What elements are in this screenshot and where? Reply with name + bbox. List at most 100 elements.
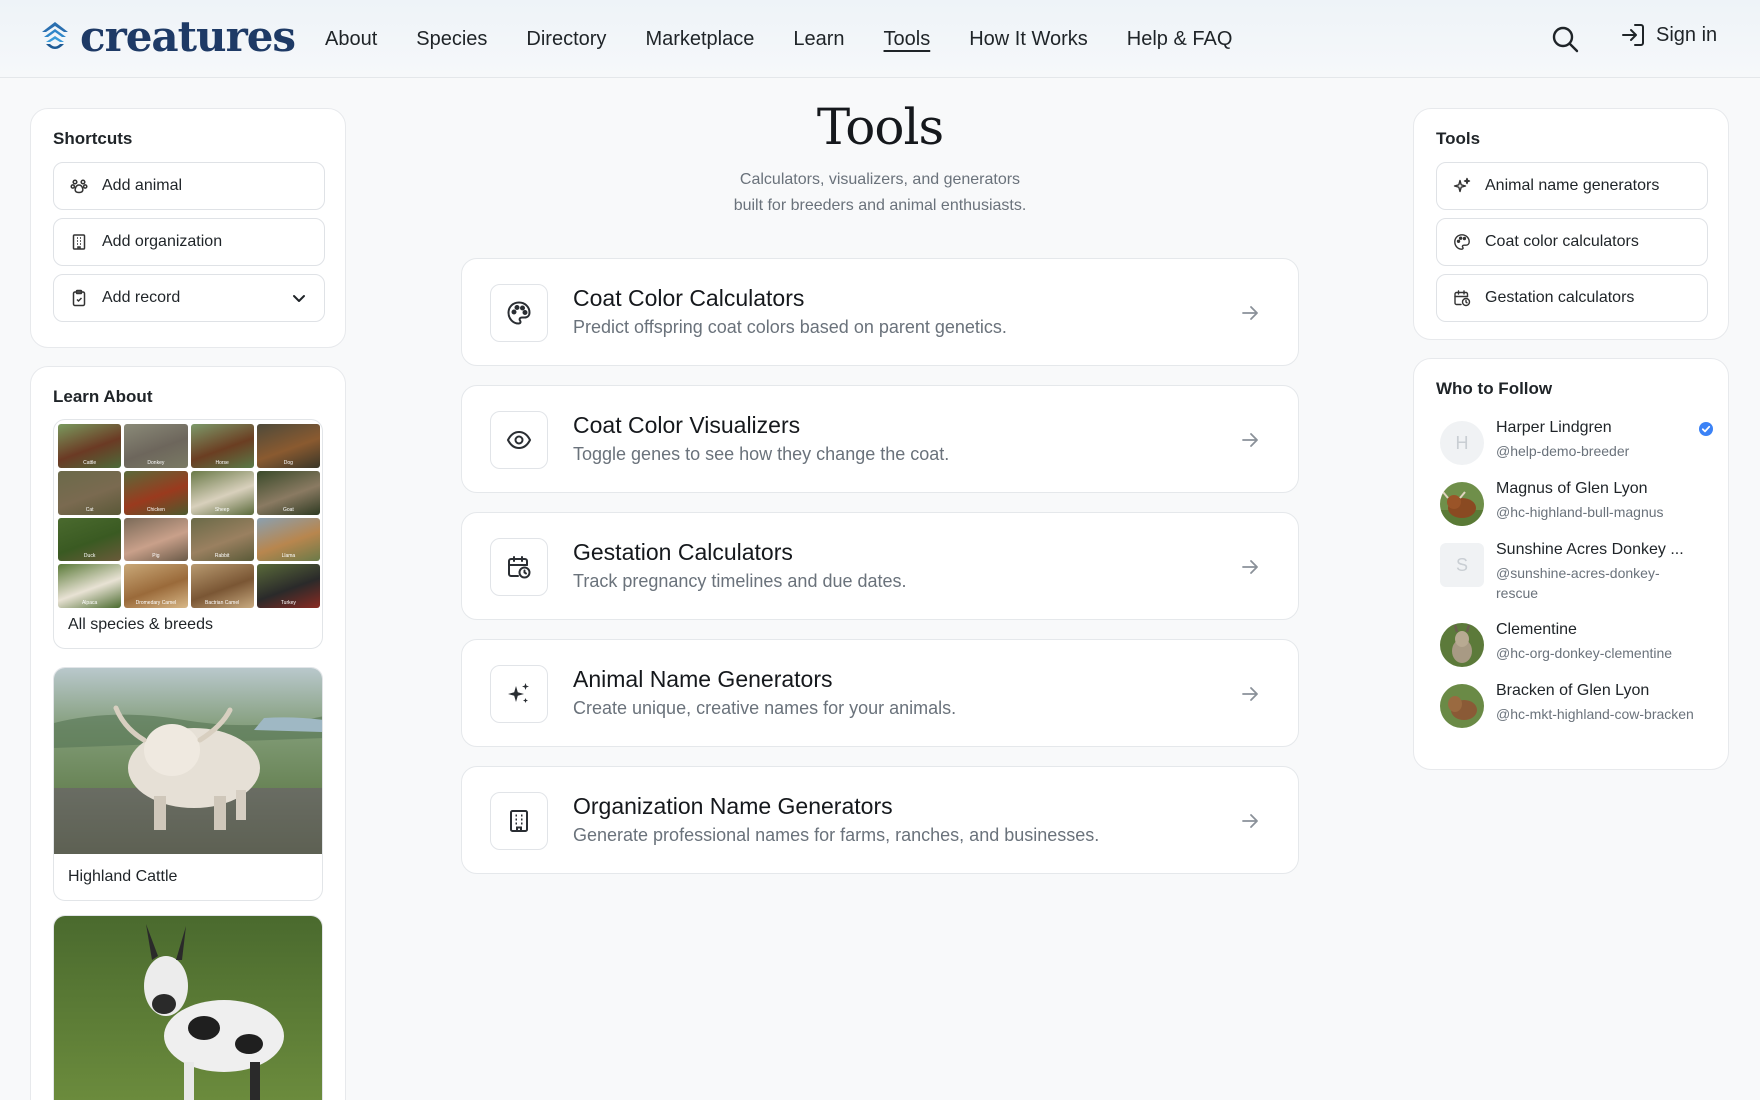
animal-name-generators-label: Animal name generators xyxy=(1485,177,1660,194)
palette-icon xyxy=(490,284,548,342)
gestation-calculators-link[interactable]: Gestation calculators xyxy=(1436,274,1708,322)
nav-species[interactable]: Species xyxy=(416,28,487,51)
who-to-follow-title: Who to Follow xyxy=(1436,379,1553,398)
nav-help-faq[interactable]: Help & FAQ xyxy=(1127,28,1233,51)
follow-item[interactable]: H Harper Lindgren @help-demo-breeder xyxy=(1436,419,1713,469)
arrow-right-icon xyxy=(1242,687,1258,701)
avatar xyxy=(1440,482,1484,526)
species-thumb-goat: Goat xyxy=(256,470,320,515)
species-thumb-chicken: Chicken xyxy=(124,470,188,515)
species-thumb-rabbit: Rabbit xyxy=(190,517,254,562)
tool-card-coat-color-visualizers[interactable]: Coat Color Visualizers Toggle genes to s… xyxy=(461,385,1299,493)
follow-handle: @sunshine-acres-donkey-rescue xyxy=(1496,565,1660,601)
learn-about-title: Learn About xyxy=(53,387,153,406)
nav-about[interactable]: About xyxy=(325,28,377,51)
follow-item[interactable]: Magnus of Glen Lyon @hc-highland-bull-ma… xyxy=(1436,480,1706,530)
arrow-right-icon xyxy=(1242,814,1258,828)
sign-in-button[interactable]: Sign in xyxy=(1620,22,1717,48)
logo-wordmark: creatures xyxy=(80,12,296,61)
avatar xyxy=(1440,684,1484,728)
add-record-dropdown[interactable]: Add record xyxy=(53,274,325,322)
species-thumb-alpaca: Alpaca xyxy=(58,564,122,608)
gestation-calculators-label: Gestation calculators xyxy=(1485,289,1635,306)
follow-item[interactable]: Bracken of Glen Lyon @hc-mkt-highland-co… xyxy=(1436,682,1706,752)
species-thumb-llama: Llama xyxy=(256,517,320,562)
species-thumbnail-grid: Cattle Donkey Horse Dog Cat Chicken Shee… xyxy=(58,424,320,608)
species-thumb-turkey: Turkey xyxy=(256,564,320,608)
animal-name-generators-link[interactable]: Animal name generators xyxy=(1436,162,1708,210)
tool-description: Predict offspring coat colors based on p… xyxy=(573,317,1007,337)
tool-description: Create unique, creative names for your a… xyxy=(573,698,957,718)
search-icon[interactable] xyxy=(1550,24,1580,54)
tool-card-coat-color-calculators[interactable]: Coat Color Calculators Predict offspring… xyxy=(461,258,1299,366)
species-thumb-cat: Cat xyxy=(58,470,122,515)
add-organization-button[interactable]: Add organization xyxy=(53,218,325,266)
follow-item[interactable]: Clementine @hc-org-donkey-clementine xyxy=(1436,621,1706,671)
species-thumb-duck: Duck xyxy=(58,517,122,562)
donkey-card[interactable] xyxy=(53,915,323,1100)
who-to-follow-panel: Who to Follow H Harper Lindgren @help-de… xyxy=(1413,358,1729,770)
highland-cattle-card[interactable]: Highland Cattle xyxy=(53,667,323,901)
tool-card-gestation-calculators[interactable]: Gestation Calculators Track pregnancy ti… xyxy=(461,512,1299,620)
arrow-right-icon xyxy=(1242,433,1258,447)
species-thumb-dog: Dog xyxy=(256,424,320,468)
tool-description: Track pregnancy timelines and due dates. xyxy=(573,571,907,591)
nav-learn[interactable]: Learn xyxy=(793,28,844,51)
eye-icon xyxy=(490,411,548,469)
donkey-image xyxy=(54,916,322,1100)
verified-badge-icon xyxy=(1699,422,1713,436)
add-record-label: Add record xyxy=(102,289,181,306)
nav-how-it-works[interactable]: How It Works xyxy=(969,28,1088,51)
follow-name: Bracken of Glen Lyon xyxy=(1496,682,1650,699)
tool-card-organization-name-generators[interactable]: Organization Name Generators Generate pr… xyxy=(461,766,1299,874)
tools-panel-title: Tools xyxy=(1436,129,1481,148)
all-species-card[interactable]: Cattle Donkey Horse Dog Cat Chicken Shee… xyxy=(53,419,323,649)
coat-color-calculators-link[interactable]: Coat color calculators xyxy=(1436,218,1708,266)
main-nav: About Species Directory Marketplace Lear… xyxy=(325,0,1271,78)
building-icon xyxy=(70,233,88,251)
follow-handle: @hc-org-donkey-clementine xyxy=(1496,645,1673,661)
tool-title: Coat Color Visualizers xyxy=(573,412,801,438)
sign-in-label: Sign in xyxy=(1656,23,1718,46)
nav-marketplace[interactable]: Marketplace xyxy=(645,28,754,51)
tool-title: Coat Color Calculators xyxy=(573,285,805,311)
sparkles-icon xyxy=(490,665,548,723)
calendar-clock-icon xyxy=(490,538,548,596)
tools-panel: Tools Animal name generators Coat color … xyxy=(1413,108,1729,340)
tool-description: Generate professional names for farms, r… xyxy=(573,825,1100,845)
top-navigation-bar: creatures About Species Directory Market… xyxy=(0,0,1760,78)
chevron-down-icon xyxy=(293,295,305,302)
calendar-clock-icon xyxy=(1453,289,1471,307)
follow-handle: @hc-highland-bull-magnus xyxy=(1496,504,1664,520)
species-thumb-horse: Horse xyxy=(190,424,254,468)
avatar xyxy=(1440,623,1484,667)
tool-title: Gestation Calculators xyxy=(573,539,793,565)
nav-tools[interactable]: Tools xyxy=(884,28,931,51)
follow-name: Magnus of Glen Lyon xyxy=(1496,480,1648,497)
species-thumb-pig: Pig xyxy=(124,517,188,562)
highland-cattle-image xyxy=(54,668,322,854)
species-thumb-sheep: Sheep xyxy=(190,470,254,515)
building-icon xyxy=(490,792,548,850)
follow-name: Harper Lindgren xyxy=(1496,419,1612,436)
tool-description: Toggle genes to see how they change the … xyxy=(573,444,950,464)
sign-in-icon xyxy=(1622,24,1644,46)
tool-title: Organization Name Generators xyxy=(573,793,893,819)
logo[interactable]: creatures xyxy=(38,12,296,61)
sparkles-icon xyxy=(1453,177,1471,195)
avatar: S xyxy=(1440,543,1484,587)
follow-name: Clementine xyxy=(1496,621,1577,638)
coat-color-calculators-label: Coat color calculators xyxy=(1485,233,1639,250)
palette-icon xyxy=(1453,233,1471,251)
tool-card-animal-name-generators[interactable]: Animal Name Generators Create unique, cr… xyxy=(461,639,1299,747)
follow-handle: @help-demo-breeder xyxy=(1496,443,1630,459)
follow-item[interactable]: S Sunshine Acres Donkey ... @sunshine-ac… xyxy=(1436,541,1706,611)
follow-handle: @hc-mkt-highland-cow-bracken xyxy=(1496,706,1694,722)
follow-name: Sunshine Acres Donkey ... xyxy=(1496,541,1684,558)
clipboard-icon xyxy=(70,289,88,307)
species-thumb-donkey: Donkey xyxy=(124,424,188,468)
logo-icon xyxy=(42,22,68,49)
species-thumb-bactrian-camel: Bactrian Camel xyxy=(190,564,254,608)
add-organization-label: Add organization xyxy=(102,233,223,250)
nav-directory[interactable]: Directory xyxy=(526,28,606,51)
